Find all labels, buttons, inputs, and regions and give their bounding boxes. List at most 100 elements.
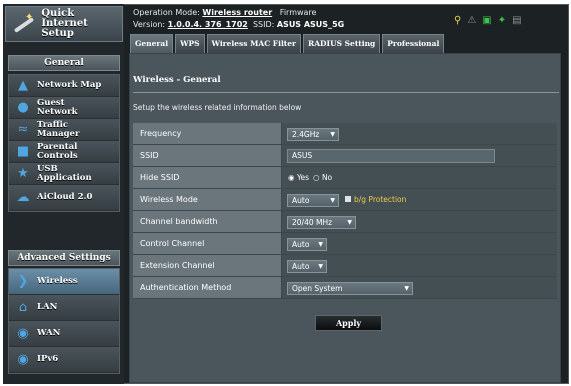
version-line: Version: 1.0.0.4. 376_1702 SSID: ASUS AS… xyxy=(133,20,344,29)
usb-status-icon[interactable]: ✦ xyxy=(498,15,506,27)
bg-protection-checkbox[interactable]: b/g Protection xyxy=(345,195,406,205)
wireless-mode-label: Wireless Mode xyxy=(133,189,282,210)
qis-label-2: Setup xyxy=(41,28,74,39)
home-icon: ⌂ xyxy=(18,300,28,315)
sidebar-item-parental-controls[interactable]: ■ Parental Controls xyxy=(9,141,119,163)
tab-bar: General WPS Wireless MAC Filter RADIUS S… xyxy=(130,34,445,53)
usb-icon: ★ xyxy=(17,166,29,181)
wireless-mode-value: Auto xyxy=(292,196,310,205)
channel-bandwidth-value: 20/40 MHz xyxy=(292,218,333,227)
op-mode-link[interactable]: Wireless router xyxy=(202,8,272,17)
tab-radius-setting[interactable]: RADIUS Setting xyxy=(303,34,381,53)
key-icon[interactable]: ⚲ xyxy=(454,15,461,27)
radio-yes-label: Yes xyxy=(296,173,310,182)
operation-mode-line: Operation Mode: Wireless router Firmware xyxy=(133,8,316,17)
dropdown-arrow-icon: ▼ xyxy=(318,241,323,248)
row-channel-bandwidth: Channel bandwidth 20/40 MHz ▼ xyxy=(133,211,557,233)
ipv6-icon: ◉ xyxy=(17,352,29,367)
tab-wps[interactable]: WPS xyxy=(175,34,205,53)
network-map-icon: ▲ xyxy=(18,78,28,93)
row-extension-channel: Extension Channel Auto ▼ xyxy=(133,255,557,277)
bg-protection-label: b/g Protection xyxy=(354,195,407,204)
hide-ssid-label: Hide SSID xyxy=(133,167,282,188)
sidebar-item-label: AiCloud 2.0 xyxy=(37,192,93,203)
tab-wireless-mac-filter[interactable]: Wireless MAC Filter xyxy=(206,34,301,53)
sidebar-item-label: Wireless xyxy=(37,276,78,287)
settings-table: Frequency 2.4GHz ▼ SSID ASUS Hide SSID ◉ … xyxy=(133,123,557,299)
sidebar-item-label-2: Controls xyxy=(37,150,78,161)
advanced-menu: ❯ Wireless ⌂ LAN ◉ WAN ◉ IPv6 xyxy=(8,268,120,374)
channel-bandwidth-select[interactable]: 20/40 MHz ▼ xyxy=(287,216,356,229)
sidebar-item-label-2: Network xyxy=(37,106,78,117)
apply-button[interactable]: Apply xyxy=(315,315,382,331)
row-hide-ssid: Hide SSID ◉ Yes ○ No xyxy=(133,167,557,189)
sidebar-item-usb-application[interactable]: ★ USB Application xyxy=(9,163,119,185)
row-control-channel: Control Channel Auto ▼ xyxy=(133,233,557,255)
general-menu: ▲ Network Map ● Guest Network ≈ Traffic Ma… xyxy=(8,74,120,212)
checkbox-icon xyxy=(345,196,351,202)
dropdown-arrow-icon: ▼ xyxy=(318,263,323,270)
auth-method-label: Authentication Method xyxy=(133,277,282,298)
extension-channel-value: Auto xyxy=(292,262,310,271)
sidebar-item-traffic-manager[interactable]: ≈ Traffic Manager xyxy=(9,119,119,141)
sidebar-item-ipv6[interactable]: ◉ IPv6 xyxy=(9,347,119,373)
op-mode-label: Operation Mode: xyxy=(133,8,200,17)
sidebar-item-label: LAN xyxy=(37,302,58,313)
frequency-select[interactable]: 2.4GHz ▼ xyxy=(287,128,339,141)
control-channel-select[interactable]: Auto ▼ xyxy=(287,238,327,251)
channel-bandwidth-label: Channel bandwidth xyxy=(133,211,282,232)
sidebar-item-wireless[interactable]: ❯ Wireless xyxy=(9,269,119,295)
auth-method-value: Open System xyxy=(292,284,343,293)
sidebar-item-network-map[interactable]: ▲ Network Map xyxy=(9,75,119,97)
qis-label: Quick Internet xyxy=(41,8,88,29)
sidebar-item-guest-network[interactable]: ● Guest Network xyxy=(9,97,119,119)
sidebar-item-wan[interactable]: ◉ WAN xyxy=(9,321,119,347)
firmware-label: Firmware xyxy=(279,8,317,17)
sidebar-item-aicloud[interactable]: ☁ AiCloud 2.0 xyxy=(9,185,119,211)
quick-internet-setup-button[interactable]: ✦ Quick Internet Setup xyxy=(5,6,123,42)
sidebar-item-label: IPv6 xyxy=(37,354,59,365)
control-channel-label: Control Channel xyxy=(133,233,282,254)
row-frequency: Frequency 2.4GHz ▼ xyxy=(133,123,557,145)
hide-ssid-yes-radio[interactable]: ◉ Yes xyxy=(288,173,309,183)
globe-icon: ◉ xyxy=(17,326,29,341)
frequency-label: Frequency xyxy=(133,123,282,144)
title-divider xyxy=(133,92,559,93)
lan-status-icon[interactable]: ▣ xyxy=(482,15,491,27)
status-icons: ⚲ ⚠ ▣ ✦ ▤ xyxy=(454,14,522,28)
row-ssid: SSID ASUS xyxy=(133,145,557,167)
tab-general[interactable]: General xyxy=(130,34,174,53)
version-label: Version: xyxy=(133,20,166,29)
ssid-header-value: ASUS ASUS_5G xyxy=(276,20,345,29)
hide-ssid-no-radio[interactable]: ○ No xyxy=(313,173,332,183)
page-title: Wireless - General xyxy=(133,75,221,85)
ssid-input[interactable]: ASUS xyxy=(287,149,495,163)
control-channel-value: Auto xyxy=(292,240,310,249)
wireless-icon: ❯ xyxy=(17,274,29,289)
sidebar-item-label-2: Manager xyxy=(37,128,80,139)
tab-professional[interactable]: Professional xyxy=(382,34,445,53)
warning-icon[interactable]: ⚠ xyxy=(467,15,476,27)
cloud-icon: ☁ xyxy=(16,190,30,205)
extension-channel-select[interactable]: Auto ▼ xyxy=(287,260,327,273)
extension-channel-label: Extension Channel xyxy=(133,255,282,276)
dropdown-arrow-icon: ▼ xyxy=(330,197,335,204)
wireless-mode-select[interactable]: Auto ▼ xyxy=(287,194,339,207)
printer-icon[interactable]: ▤ xyxy=(512,15,521,27)
magic-wand-icon: ✦ xyxy=(10,11,35,37)
row-wireless-mode: Wireless Mode Auto ▼ b/g Protection xyxy=(133,189,557,211)
traffic-manager-icon: ≈ xyxy=(17,122,29,137)
sidebar-item-lan[interactable]: ⌂ LAN xyxy=(9,295,119,321)
auth-method-select[interactable]: Open System ▼ xyxy=(287,282,413,295)
advanced-settings-header: Advanced Settings xyxy=(8,250,120,266)
dropdown-arrow-icon: ▼ xyxy=(330,131,335,138)
radio-no-label: No xyxy=(321,173,333,182)
parental-controls-icon: ■ xyxy=(16,144,30,159)
sidebar-item-label: WAN xyxy=(37,328,61,339)
sidebar-item-label-2: Application xyxy=(37,172,92,183)
version-link[interactable]: 1.0.0.4. 376_1702 xyxy=(168,20,248,29)
dropdown-arrow-icon: ▼ xyxy=(404,285,409,292)
ssid-header-label: SSID: xyxy=(252,20,275,29)
sidebar-item-label: Network Map xyxy=(37,80,102,91)
guest-network-icon: ● xyxy=(17,100,29,115)
